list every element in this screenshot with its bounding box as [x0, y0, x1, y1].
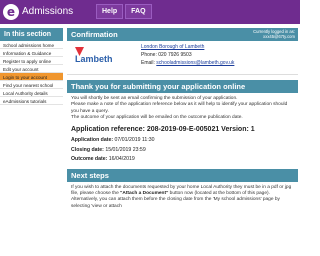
sidebar-item-tutorials[interactable]: eAdmissions tutorials — [0, 97, 63, 105]
sidebar-item-school-admissions-home[interactable]: School admissions home — [0, 41, 63, 49]
application-reference: Application reference: 208-2019-09-E-005… — [71, 126, 255, 134]
council-info: London Borough of Lambeth Phone: 020 792… — [141, 43, 234, 67]
council-panel: Lambeth London Borough of Lambeth Phone:… — [67, 41, 298, 75]
sidebar-item-information-guidance[interactable]: Information & Guidance — [0, 49, 63, 57]
sidebar-item-register[interactable]: Register to apply online — [0, 57, 63, 65]
closing-date-value: 15/01/2019 23:59 — [105, 146, 146, 153]
application-dates: Application date: 07/01/2019 11:30 Closi… — [67, 135, 298, 166]
attach-document-reference: "Attach a Document" — [120, 190, 169, 196]
eadmissions-logo[interactable]: e Admissions — [3, 3, 73, 20]
next-steps-body: If you wish to attach the documents requ… — [67, 182, 298, 213]
thanks-body: You will shortly be sent an email confir… — [67, 93, 298, 124]
sidebar-item-la-details[interactable]: Local Authority details — [0, 89, 63, 97]
application-date-row: Application date: 07/01/2019 11:30 — [71, 136, 294, 146]
logo-e-icon: e — [3, 3, 19, 20]
council-email-row: Email: schooladmissions@lambeth.gov.uk — [141, 59, 234, 67]
council-phone: Phone: 020 7926 9503 — [141, 52, 192, 58]
signed-in-user: xxx45@67ty.com — [263, 34, 295, 39]
thanks-header: Thank you for submitting your applicatio… — [67, 80, 298, 93]
email-label: Email: — [141, 60, 155, 66]
application-date-value: 07/01/2019 11:30 — [114, 137, 155, 144]
application-date-label: Application date: — [71, 137, 114, 144]
nav-faq[interactable]: FAQ — [125, 4, 152, 19]
signed-in-info: Currently logged in as: xxx45@67ty.com — [253, 29, 295, 39]
lambeth-logo: Lambeth — [75, 47, 113, 65]
top-bar: e Admissions Help FAQ — [0, 0, 300, 24]
closing-date-row: Closing date: 15/01/2019 23:59 — [71, 146, 294, 156]
council-email-link[interactable]: schooladmissions@lambeth.gov.uk — [156, 60, 234, 66]
confirmation-title: Confirmation — [71, 30, 118, 39]
sidebar-title: In this section — [0, 28, 63, 41]
next-steps-header: Next steps — [67, 168, 298, 182]
sidebar-menu: School admissions home Information & Gui… — [0, 41, 63, 105]
outcome-date-value: 16/04/2019 — [108, 156, 135, 163]
sidebar-item-login[interactable]: Login to your account — [0, 73, 63, 81]
main-content: Confirmation Currently logged in as: xxx… — [67, 28, 298, 213]
logo-text: Admissions — [22, 6, 74, 17]
thanks-para-2: Please make a note of the application re… — [71, 102, 288, 114]
sidebar-item-edit-account[interactable]: Edit your account — [0, 65, 63, 73]
sidebar: In this section School admissions home I… — [0, 28, 63, 105]
outcome-date-label: Outcome date: — [71, 156, 108, 163]
sidebar-item-find-school[interactable]: Find your nearest school — [0, 81, 63, 89]
closing-date-label: Closing date: — [71, 146, 104, 153]
outcome-date-row: Outcome date: 16/04/2019 — [71, 155, 294, 165]
council-name-link[interactable]: London Borough of Lambeth — [141, 43, 234, 51]
lambeth-logo-text: Lambeth — [75, 54, 113, 64]
thanks-para-3: The outcome of your application will be … — [71, 114, 243, 120]
nav-help[interactable]: Help — [96, 4, 124, 19]
top-nav: Help FAQ — [96, 4, 154, 19]
confirmation-header: Confirmation Currently logged in as: xxx… — [67, 28, 298, 41]
